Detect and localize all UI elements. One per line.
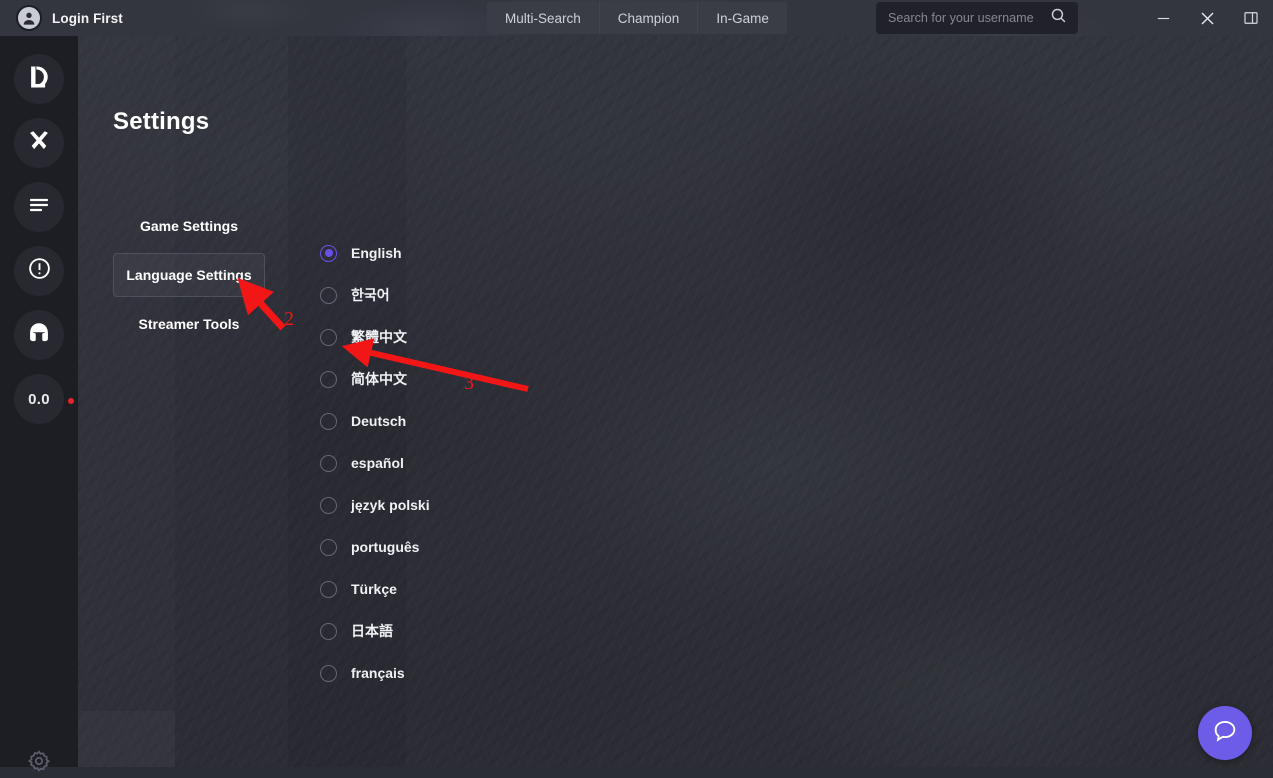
language-label: français: [351, 665, 405, 681]
radio-polish[interactable]: [320, 496, 337, 514]
account-area[interactable]: Login First: [16, 5, 123, 31]
notification-dot: [68, 398, 74, 404]
tab-in-game[interactable]: In-Game: [698, 2, 787, 34]
language-option-portuguese[interactable]: português: [320, 526, 430, 568]
radio-portuguese[interactable]: [320, 538, 337, 556]
language-label: español: [351, 455, 404, 471]
settings-tab-list: Game Settings Language Settings Streamer…: [113, 204, 265, 351]
account-label: Login First: [52, 10, 123, 26]
sidebar-item-helmet[interactable]: [14, 310, 64, 360]
language-option-german[interactable]: Deutsch: [320, 400, 430, 442]
radio-traditional-chinese[interactable]: [320, 328, 337, 346]
radio-english[interactable]: [320, 244, 337, 262]
helmet-icon: [26, 320, 52, 351]
main-area: Settings Game Settings Language Settings…: [78, 36, 1273, 767]
sidebar-item-list[interactable]: [14, 182, 64, 232]
language-option-japanese[interactable]: 日本語: [320, 610, 430, 652]
sidebar-item-score[interactable]: 0.0: [14, 374, 64, 424]
language-option-turkish[interactable]: Türkçe: [320, 568, 430, 610]
language-option-simplified-chinese[interactable]: 简体中文: [320, 358, 430, 400]
tab-game-settings[interactable]: Game Settings: [113, 204, 265, 248]
language-label: 한국어: [351, 287, 390, 303]
radio-japanese[interactable]: [320, 622, 337, 640]
language-option-french[interactable]: français: [320, 652, 430, 694]
title-bar: Login First Multi-Search Champion In-Gam…: [0, 0, 1273, 36]
exclamation-circle-icon: [27, 256, 52, 286]
window-controls: [1141, 0, 1273, 36]
language-label: język polski: [351, 497, 430, 513]
annotation-number-2: 2: [284, 308, 294, 330]
radio-simplified-chinese[interactable]: [320, 370, 337, 388]
close-button[interactable]: [1185, 0, 1229, 36]
radio-korean[interactable]: [320, 286, 337, 304]
language-option-polish[interactable]: język polski: [320, 484, 430, 526]
crossed-tools-icon: [26, 128, 52, 159]
search-box[interactable]: [876, 2, 1078, 34]
annotation-number-3: 3: [464, 372, 474, 394]
gear-icon: [27, 749, 51, 778]
radio-french[interactable]: [320, 664, 337, 682]
help-chat-button[interactable]: [1198, 706, 1252, 760]
league-logo-icon: [25, 63, 53, 96]
left-rail: 0.0: [0, 36, 78, 772]
language-label: English: [351, 245, 402, 261]
annotation-overlay: 2 3: [78, 36, 1273, 767]
search-input[interactable]: [888, 11, 1050, 25]
tab-champion[interactable]: Champion: [600, 2, 699, 34]
language-option-spanish[interactable]: español: [320, 442, 430, 484]
settings-content: Settings Game Settings Language Settings…: [78, 36, 1273, 767]
sidebar-item-alert[interactable]: [14, 246, 64, 296]
sidebar-item-league[interactable]: [14, 54, 64, 104]
radio-german[interactable]: [320, 412, 337, 430]
tab-multi-search[interactable]: Multi-Search: [487, 2, 600, 34]
radio-turkish[interactable]: [320, 580, 337, 598]
minimize-button[interactable]: [1141, 0, 1185, 36]
language-label: português: [351, 539, 420, 555]
chat-bubble-icon: [1211, 717, 1239, 750]
sidebar-settings-gear[interactable]: [24, 748, 54, 778]
tab-language-settings[interactable]: Language Settings: [113, 253, 265, 297]
language-option-english[interactable]: English: [320, 232, 430, 274]
search-icon[interactable]: [1050, 7, 1067, 29]
language-label: 日本語: [351, 623, 393, 639]
toggle-panel-button[interactable]: [1229, 0, 1273, 36]
language-radio-group: English 한국어 繁體中文 简体中文 Deutsch español ję…: [320, 232, 430, 694]
language-option-traditional-chinese[interactable]: 繁體中文: [320, 316, 430, 358]
nav-tabs: Multi-Search Champion In-Game: [487, 2, 787, 34]
language-label: Deutsch: [351, 413, 407, 429]
user-avatar-icon: [16, 5, 42, 31]
tab-streamer-tools[interactable]: Streamer Tools: [113, 302, 265, 346]
sidebar-item-tools[interactable]: [14, 118, 64, 168]
language-label: Türkçe: [351, 581, 397, 597]
radio-spanish[interactable]: [320, 454, 337, 472]
page-title: Settings: [113, 108, 210, 135]
list-lines-icon: [27, 193, 51, 222]
score-value: 0.0: [28, 390, 50, 408]
language-option-korean[interactable]: 한국어: [320, 274, 430, 316]
language-label: 繁體中文: [351, 329, 407, 345]
language-label: 简体中文: [351, 371, 407, 387]
